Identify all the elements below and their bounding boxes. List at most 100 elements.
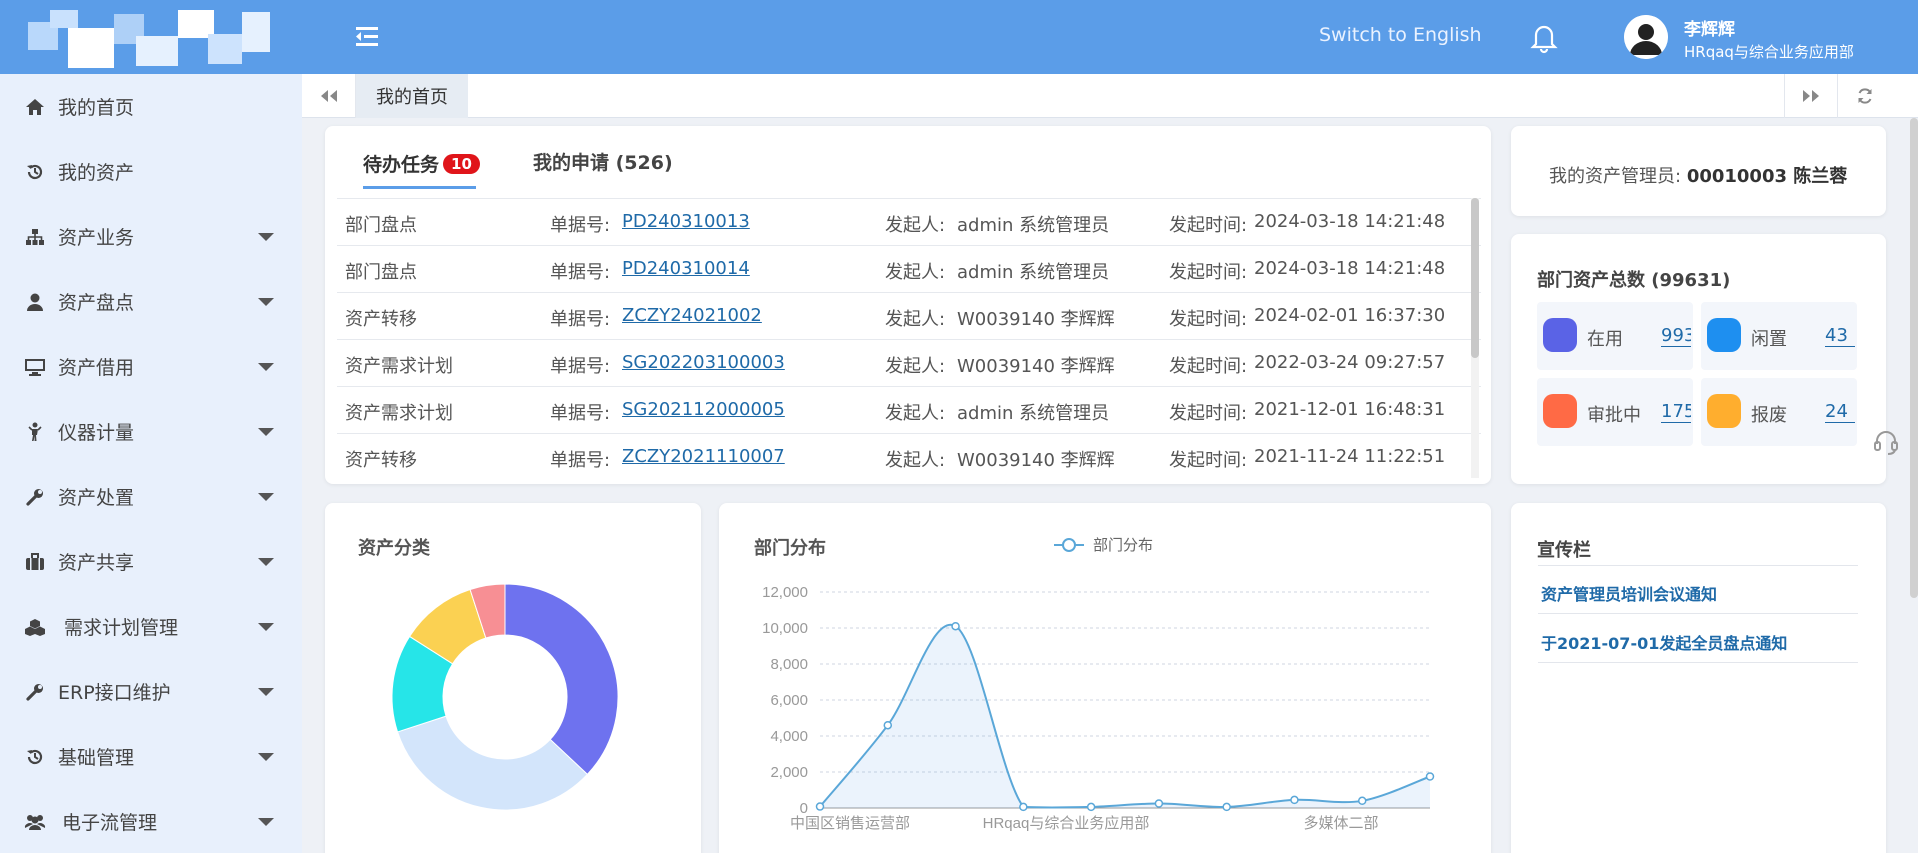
doc-number-link[interactable]: SG202112000005: [622, 399, 785, 420]
chevron-down-icon: [258, 298, 274, 306]
time-cell: 2024-03-18 14:21:48: [1254, 211, 1446, 232]
headset-icon[interactable]: [1872, 428, 1900, 456]
time-label-cell: 发起时间:: [1169, 215, 1248, 236]
table-row[interactable]: 部门盘点 单据号: PD240310013 发起人: admin 系统管理员 发起时间: 2…: [337, 198, 1481, 245]
legend-label: 部门分布: [1093, 537, 1153, 554]
sidebar-item-demand-plan[interactable]: 需求计划管理: [0, 594, 302, 659]
menu-toggle-icon[interactable]: [352, 22, 382, 52]
stat-label: 闲置: [1751, 329, 1787, 350]
chevron-down-icon: [258, 623, 274, 631]
scroll-left-button[interactable]: [302, 74, 356, 118]
sidebar-item-label: 资产盘点: [58, 292, 135, 314]
sidebar-item-label: 资产共享: [58, 552, 135, 574]
stat-value[interactable]: 24: [1825, 401, 1855, 423]
table-row[interactable]: 资产需求计划 单据号: SG202112000005 发起人: admin 系统管理员 发…: [337, 386, 1481, 433]
doc-number-link[interactable]: SG202203100003: [622, 352, 785, 373]
stat-pending-approval[interactable]: 审批中 175: [1537, 378, 1693, 446]
time-label-cell: 发起时间:: [1169, 450, 1248, 471]
by-cell: W0039140 李辉辉: [957, 309, 1115, 330]
stat-dot: [1707, 394, 1741, 428]
sidebar-item-instrument-metering[interactable]: 仪器计量: [0, 399, 302, 464]
monitor-icon: [24, 356, 46, 378]
news-card: 宣传栏 资产管理员培训会议通知 于2021-07-01发起全员盘点通知: [1511, 503, 1886, 853]
double-left-icon: [320, 90, 337, 102]
top-bar: Switch to English 李辉辉 HRqaq与综合业务应用部: [0, 0, 1918, 74]
briefcase-icon: [24, 551, 46, 573]
cubes-icon: [24, 616, 46, 638]
scroll-right-button[interactable]: [1784, 74, 1838, 118]
table-row[interactable]: 资产转移 单据号: ZCZY24021002 发起人: W0039140 李辉辉 发起时间…: [337, 292, 1481, 339]
stat-scrapped[interactable]: 报废 24: [1701, 378, 1857, 446]
doc-number-link[interactable]: PD240310013: [622, 211, 750, 232]
page-scrollbar[interactable]: [1910, 118, 1918, 598]
table-row[interactable]: 资产转移 单据号: ZCZY2021110007 发起人: W0039140 李辉辉 发起…: [337, 433, 1481, 480]
sidebar-item-label: 我的资产: [58, 162, 135, 184]
stat-idle[interactable]: 闲置 43: [1701, 302, 1857, 370]
history-icon: [24, 161, 46, 183]
dept-assets-card: 部门资产总数 (99631) 在用 993 闲置 43 审批中 175 报废 2…: [1511, 234, 1886, 484]
divider: [1538, 613, 1858, 614]
tab-todo[interactable]: 待办任务 10: [363, 150, 480, 177]
switch-language-link[interactable]: Switch to English: [1319, 24, 1482, 46]
sidebar-item-eflow-management[interactable]: 电子流管理: [0, 789, 302, 853]
doc-number-link[interactable]: ZCZY24021002: [622, 305, 762, 326]
doc-number-cell: SG202203100003: [622, 352, 785, 373]
time-cell: 2021-12-01 16:48:31: [1254, 399, 1446, 420]
asset-category-card: 资产分类: [325, 503, 701, 853]
data-point-1: [883, 720, 893, 730]
sidebar-item-label: 资产业务: [58, 227, 135, 249]
sidebar-item-asset-business[interactable]: 资产业务: [0, 204, 302, 269]
sitemap-icon: [24, 226, 46, 248]
avatar[interactable]: [1624, 15, 1668, 59]
type-cell: 部门盘点: [345, 262, 417, 283]
stat-value[interactable]: 993: [1661, 325, 1691, 347]
sidebar-item-basic-management[interactable]: 基础管理: [0, 724, 302, 789]
y-tick-label: 6,000: [770, 692, 808, 709]
doc-number-link[interactable]: ZCZY2021110007: [622, 446, 785, 467]
data-point-3: [1019, 802, 1028, 812]
tab-home[interactable]: 我的首页: [356, 74, 468, 118]
sidebar-item-home[interactable]: 我的首页: [0, 74, 302, 139]
user-icon: [24, 291, 46, 313]
tasks-scrollbar-thumb[interactable]: [1471, 198, 1479, 358]
table-row[interactable]: 资产需求计划 单据号: SG202203100003 发起人: W0039140 李辉辉…: [337, 339, 1481, 386]
dept-distribution-line-chart: 02,0004,0006,0008,00010,00012,000中国区销售运营…: [762, 537, 1435, 832]
asset-manager-value: 00010003 陈兰蓉: [1686, 166, 1848, 187]
user-department: HRqaq与综合业务应用部: [1684, 43, 1854, 61]
sidebar-item-asset-disposal[interactable]: 资产处置: [0, 464, 302, 529]
refresh-button[interactable]: [1838, 74, 1892, 118]
table-row[interactable]: 部门盘点 单据号: PD240310014 发起人: admin 系统管理员 发起时间: 2…: [337, 245, 1481, 292]
time-cell: 2024-02-01 16:37:30: [1254, 305, 1446, 326]
users-icon: [24, 811, 46, 833]
tasks-table: 部门盘点 单据号: PD240310013 发起人: admin 系统管理员 发起时间: 2…: [337, 198, 1481, 480]
tab-my-applications[interactable]: 我的申请 (526): [533, 148, 673, 175]
news-title: 宣传栏: [1537, 540, 1591, 561]
type-cell: 资产转移: [345, 450, 417, 471]
sidebar-item-asset-sharing[interactable]: 资产共享: [0, 529, 302, 594]
sidebar-item-label: 需求计划管理: [64, 617, 179, 639]
sidebar-item-erp-interface[interactable]: ERP接口维护: [0, 659, 302, 724]
divider: [1538, 662, 1858, 663]
news-item[interactable]: 于2021-07-01发起全员盘点通知: [1541, 630, 1787, 654]
bell-icon[interactable]: [1528, 20, 1560, 54]
news-item[interactable]: 资产管理员培训会议通知: [1541, 581, 1717, 605]
no-label-cell: 单据号:: [550, 309, 611, 330]
sidebar-item-label: 资产处置: [58, 487, 135, 509]
sidebar-item-asset-inventory[interactable]: 资产盘点: [0, 269, 302, 334]
stat-in-use[interactable]: 在用 993: [1537, 302, 1693, 370]
sidebar-item-asset-borrow[interactable]: 资产借用: [0, 334, 302, 399]
time-cell: 2021-11-24 11:22:51: [1254, 446, 1446, 467]
by-cell: W0039140 李辉辉: [957, 356, 1115, 377]
company-logo: [28, 10, 270, 68]
asset-manager-label: 我的资产管理员:: [1549, 166, 1682, 187]
doc-number-link[interactable]: PD240310014: [622, 258, 750, 279]
stat-label: 报废: [1751, 405, 1787, 426]
data-point-6: [1222, 802, 1231, 812]
time-cell: 2022-03-24 09:27:57: [1254, 352, 1446, 373]
tab-todo-label: 待办任务: [363, 154, 440, 176]
divider: [1538, 565, 1858, 566]
sidebar-item-my-assets[interactable]: 我的资产: [0, 139, 302, 204]
sidebar-item-label: ERP接口维护: [58, 682, 171, 704]
stat-value[interactable]: 175: [1661, 401, 1691, 423]
stat-value[interactable]: 43: [1825, 325, 1855, 347]
